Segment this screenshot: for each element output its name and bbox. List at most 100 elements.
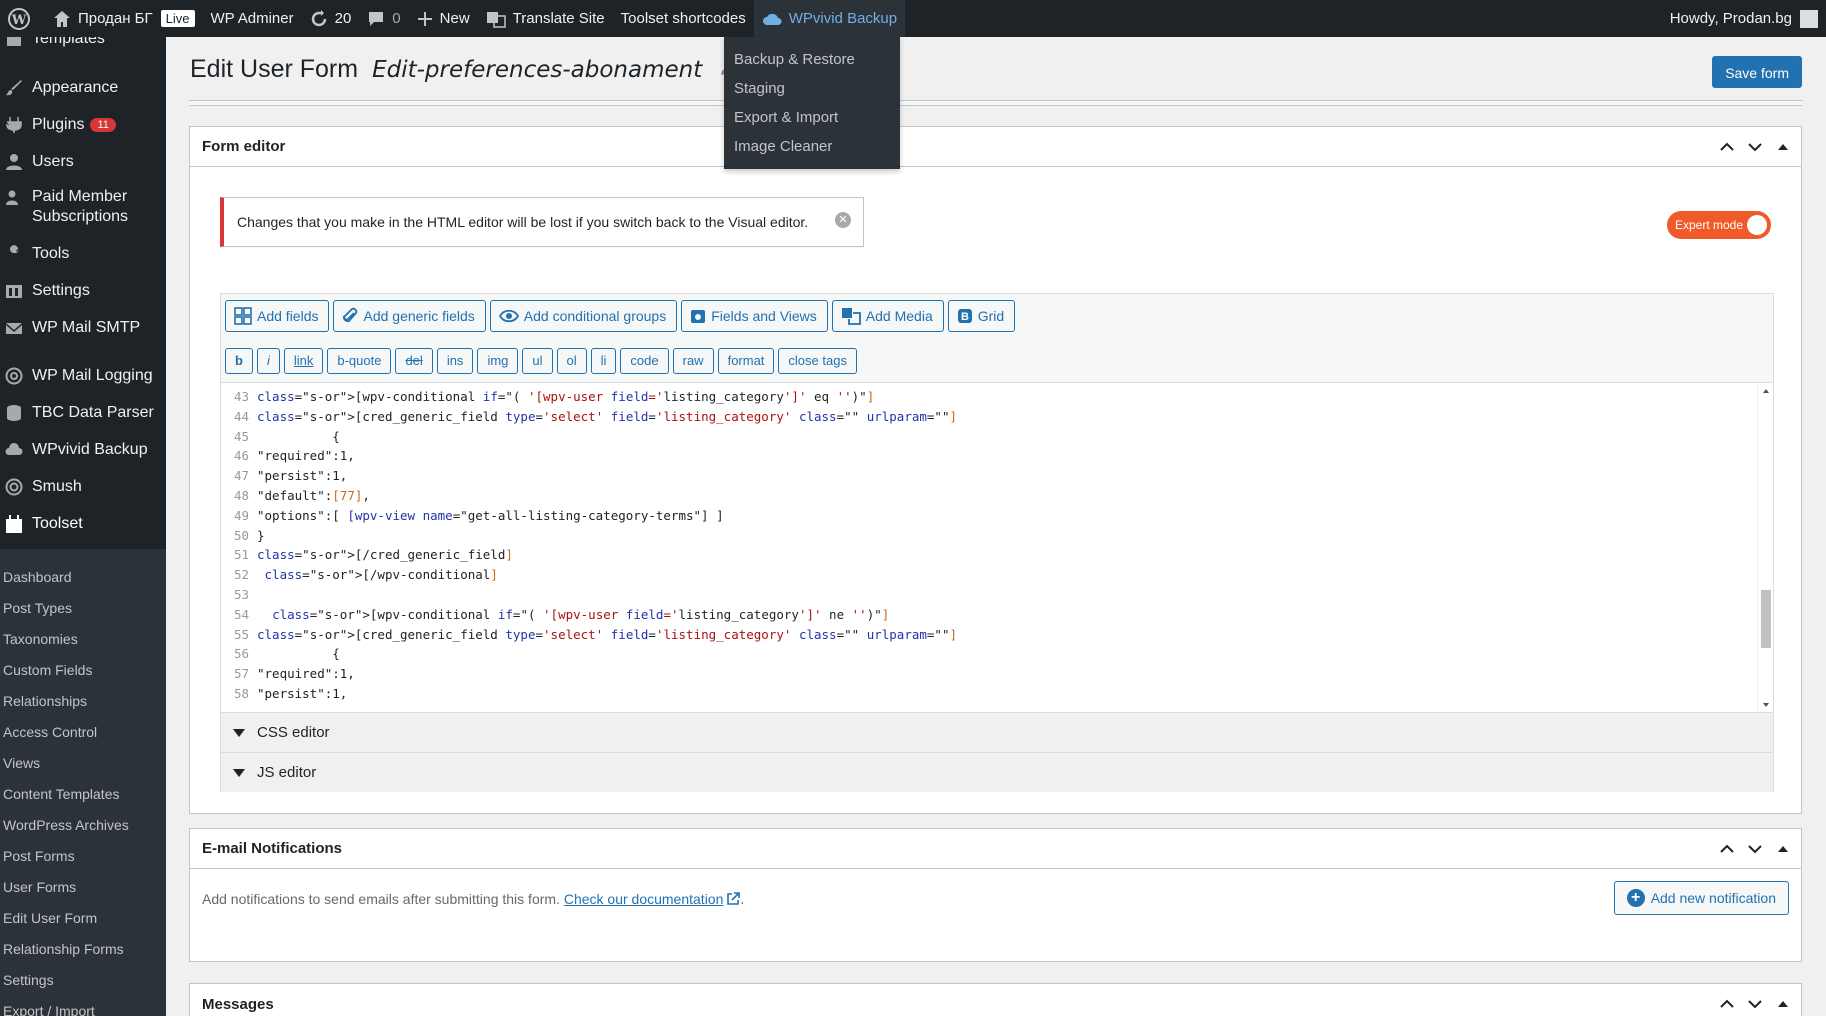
code-line[interactable]: 47 "persist":1, xyxy=(221,466,347,486)
chevron-up-icon[interactable] xyxy=(1719,841,1735,857)
sidebar-item-paid-member-subscriptions[interactable]: Paid Member Subscriptions xyxy=(0,187,166,229)
code-line[interactable]: 48 "default":[77], xyxy=(221,486,370,506)
qt-raw-button[interactable]: raw xyxy=(672,348,714,374)
sidebar-item-smush[interactable]: Smush xyxy=(0,474,166,500)
sidebar-item-plugins[interactable]: Plugins 11 xyxy=(0,112,166,138)
submenu-item-relationship-forms[interactable]: Relationship Forms xyxy=(3,941,124,957)
css-editor-toggle[interactable]: CSS editor xyxy=(221,712,1773,752)
code-line[interactable]: 56 { xyxy=(221,644,340,664)
qt-ul-button[interactable]: ul xyxy=(522,348,553,374)
submenu-item-settings[interactable]: Settings xyxy=(3,972,54,988)
chevron-down-icon[interactable] xyxy=(1747,841,1763,857)
comments-link[interactable]: 0 xyxy=(359,0,408,37)
chevron-up-icon[interactable] xyxy=(1719,996,1735,1012)
chevron-down-icon[interactable] xyxy=(1747,996,1763,1012)
dismiss-icon[interactable]: ✕ xyxy=(835,212,851,228)
toolset-shortcodes-link[interactable]: Toolset shortcodes xyxy=(613,0,754,37)
wpvivid-backup-menu[interactable]: WPvivid Backup xyxy=(753,0,906,37)
sidebar-item-appearance[interactable]: Appearance xyxy=(0,75,166,101)
toggle-triangle-icon[interactable] xyxy=(1775,139,1791,155)
add-conditional-groups-button[interactable]: Add conditional groups xyxy=(489,300,678,332)
chevron-down-icon[interactable] xyxy=(1747,139,1763,155)
add-generic-fields-button[interactable]: Add generic fields xyxy=(333,300,486,332)
dropdown-item-staging[interactable]: Staging xyxy=(724,74,900,103)
submenu-item-custom-fields[interactable]: Custom Fields xyxy=(3,662,92,678)
qt-link-button[interactable]: link xyxy=(283,348,324,374)
qt-li-button[interactable]: li xyxy=(590,348,617,374)
js-editor-toggle[interactable]: JS editor xyxy=(221,752,1773,792)
sidebar-item-tools[interactable]: Tools xyxy=(0,241,166,267)
scroll-up-arrow-icon[interactable] xyxy=(1758,385,1773,397)
sidebar-item-wp-mail-logging[interactable]: WP Mail Logging xyxy=(0,363,166,389)
sidebar-item-wpvivid-backup[interactable]: WPvivid Backup xyxy=(0,437,166,463)
code-line[interactable]: 52 class="s-or">[/wpv-conditional] xyxy=(221,565,498,585)
sidebar-item-settings[interactable]: Settings xyxy=(0,278,166,304)
code-line[interactable]: 58 "persist":1, xyxy=(221,684,347,704)
submenu-item-export-import[interactable]: Export / Import xyxy=(3,1003,95,1016)
site-name-link[interactable]: Продан БГ xyxy=(45,0,161,37)
qt-format-button[interactable]: format xyxy=(717,348,775,374)
code-line[interactable]: 44 class="s-or">[cred_generic_field type=… xyxy=(221,407,957,427)
code-scrollbar[interactable] xyxy=(1757,383,1773,712)
updates-link[interactable]: 20 xyxy=(302,0,360,37)
code-line[interactable]: 54 class="s-or">[wpv-conditional if="( '… xyxy=(221,605,889,625)
qt-ins-button[interactable]: ins xyxy=(436,348,474,374)
dropdown-item-image-cleaner[interactable]: Image Cleaner xyxy=(724,132,900,161)
toggle-triangle-icon[interactable] xyxy=(1775,841,1791,857)
expert-mode-toggle[interactable]: Expert mode xyxy=(1667,211,1771,239)
code-line[interactable]: 53 xyxy=(221,585,257,605)
scroll-down-arrow-icon[interactable] xyxy=(1758,699,1773,711)
toggle-triangle-icon[interactable] xyxy=(1775,996,1791,1012)
submenu-item-views[interactable]: Views xyxy=(3,755,40,771)
add-fields-button[interactable]: Add fields xyxy=(225,300,330,332)
my-account-link[interactable]: Howdy, Prodan.bg xyxy=(1662,0,1826,37)
add-media-button[interactable]: Add Media xyxy=(831,300,944,332)
qt-bold-button[interactable]: b xyxy=(225,348,253,374)
code-line[interactable]: 57 "required":1, xyxy=(221,664,355,684)
code-line[interactable]: 51 class="s-or">[/cred_generic_field] xyxy=(221,545,513,565)
sidebar-item-wp-mail-smtp[interactable]: WP Mail SMTP xyxy=(0,315,166,341)
sidebar-item-toolset[interactable]: Toolset xyxy=(0,511,166,537)
qt-del-button[interactable]: del xyxy=(395,348,433,374)
qt-ol-button[interactable]: ol xyxy=(556,348,587,374)
submenu-item-edit-user-form[interactable]: Edit User Form xyxy=(3,910,97,926)
submenu-item-content-templates[interactable]: Content Templates xyxy=(3,786,119,802)
dropdown-item-backup-restore[interactable]: Backup & Restore xyxy=(724,45,900,74)
scrollbar-thumb[interactable] xyxy=(1761,590,1771,648)
chevron-up-icon[interactable] xyxy=(1719,139,1735,155)
wordpress-logo-icon[interactable]: W xyxy=(0,0,45,37)
sidebar-item-templates[interactable]: Templates xyxy=(0,37,166,49)
submenu-item-post-types[interactable]: Post Types xyxy=(3,600,72,616)
dropdown-item-export-import[interactable]: Export & Import xyxy=(724,103,900,132)
submenu-item-wordpress-archives[interactable]: WordPress Archives xyxy=(3,817,129,833)
submenu-item-post-forms[interactable]: Post Forms xyxy=(3,848,75,864)
form-name[interactable]: Edit-preferences-abonament xyxy=(372,57,702,83)
code-line[interactable]: 50} xyxy=(221,526,265,546)
translate-site-link[interactable]: Translate Site xyxy=(478,0,613,37)
code-line[interactable]: 45 { xyxy=(221,427,340,447)
code-line[interactable]: 46 "required":1, xyxy=(221,446,355,466)
code-line[interactable]: 49 "options":[ [wpv-view name="get-all-li… xyxy=(221,506,724,526)
qt-italic-button[interactable]: i xyxy=(256,348,280,374)
code-line[interactable]: 43 class="s-or">[wpv-conditional if="( '[… xyxy=(221,387,874,407)
new-content-link[interactable]: New xyxy=(409,0,478,37)
qt-img-button[interactable]: img xyxy=(477,348,519,374)
documentation-link[interactable]: Check our documentation xyxy=(564,891,741,907)
submenu-item-dashboard[interactable]: Dashboard xyxy=(3,569,72,585)
fields-and-views-button[interactable]: Fields and Views xyxy=(681,300,828,332)
qt-bquote-button[interactable]: b-quote xyxy=(327,348,392,374)
code-line[interactable]: 55 class="s-or">[cred_generic_field type=… xyxy=(221,625,957,645)
grid-button[interactable]: B Grid xyxy=(947,300,1016,332)
qt-code-button[interactable]: code xyxy=(620,348,669,374)
submenu-item-access-control[interactable]: Access Control xyxy=(3,724,97,740)
submenu-item-user-forms[interactable]: User Forms xyxy=(3,879,76,895)
sidebar-item-tbc-data-parser[interactable]: TBC Data Parser xyxy=(0,400,166,426)
add-new-notification-button[interactable]: + Add new notification xyxy=(1613,881,1789,915)
submenu-item-taxonomies[interactable]: Taxonomies xyxy=(3,631,78,647)
submenu-item-relationships[interactable]: Relationships xyxy=(3,693,87,709)
code-editor[interactable]: 58 "persist":1, 57 "required":1, 56 {55 class… xyxy=(221,382,1773,712)
wp-adminer-link[interactable]: WP Adminer xyxy=(203,0,302,37)
sidebar-item-users[interactable]: Users xyxy=(0,149,166,175)
save-form-button[interactable]: Save form xyxy=(1712,56,1802,88)
qt-close-tags-button[interactable]: close tags xyxy=(778,348,857,374)
